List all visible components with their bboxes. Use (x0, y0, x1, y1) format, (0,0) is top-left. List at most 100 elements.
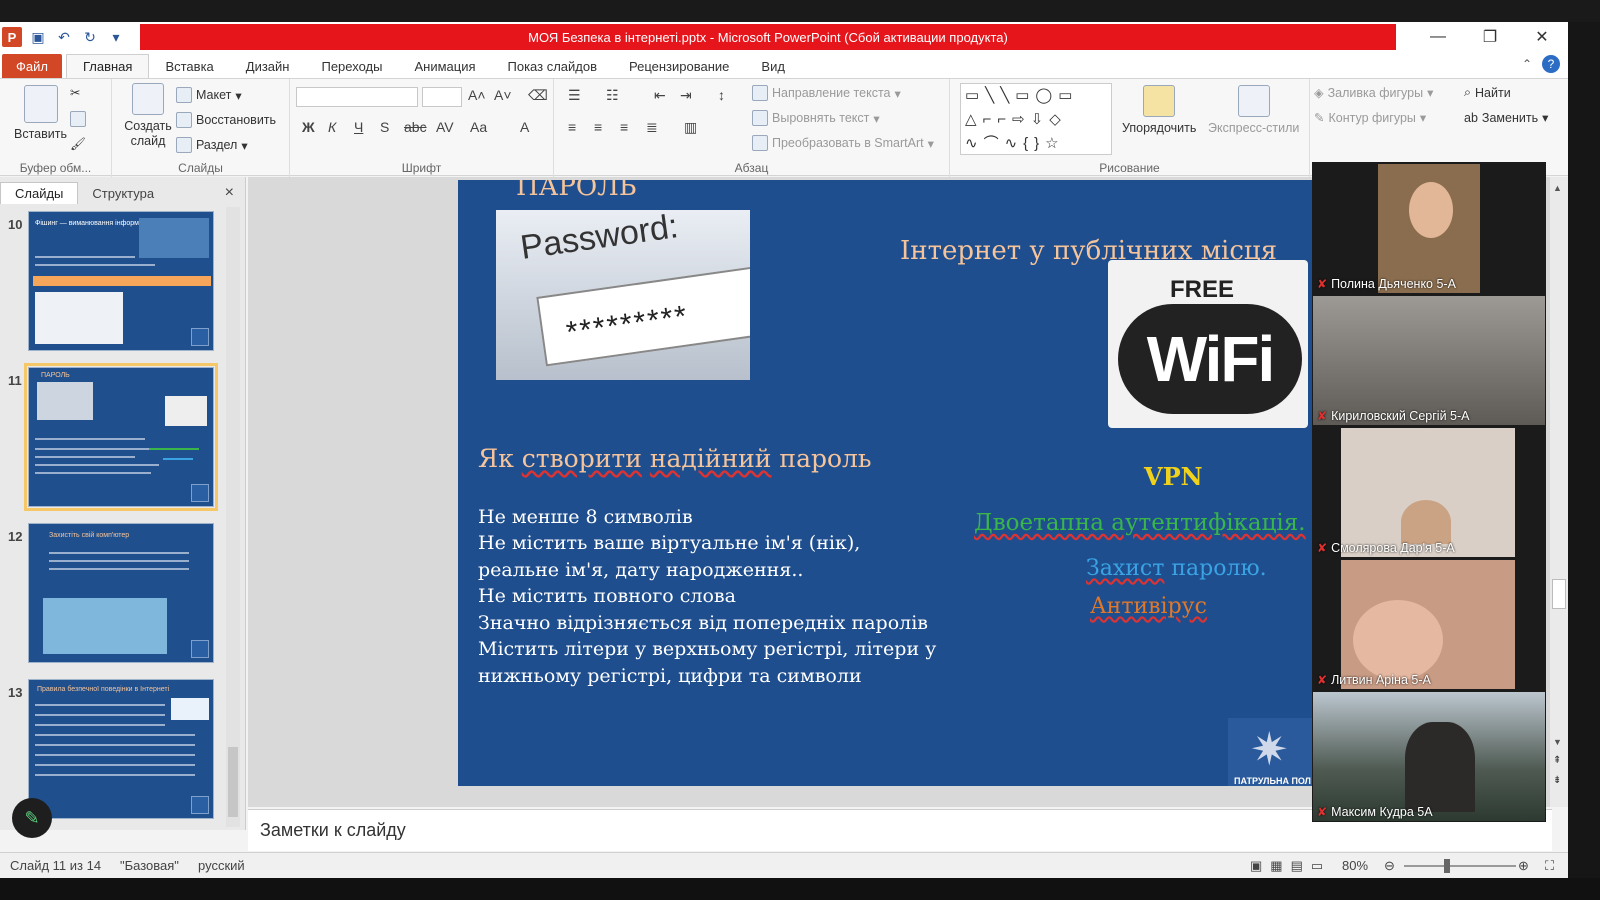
section-button[interactable]: Раздел ▾ (176, 137, 248, 153)
font-size-combo[interactable] (422, 87, 462, 107)
tab-review[interactable]: Рецензирование (613, 54, 745, 78)
slide-thumbnail-selected[interactable]: ПАРОЛЬ (24, 363, 218, 511)
align-center-icon[interactable]: ≡ (594, 119, 602, 135)
body-line: Значно відрізняється від попередніх паро… (478, 612, 928, 634)
reading-view-icon[interactable]: ▤ (1291, 858, 1303, 874)
paste-button[interactable]: Вставить (14, 85, 67, 141)
zoom-slider-thumb[interactable] (1444, 859, 1450, 873)
shape-fill-button[interactable]: ◈ Заливка фигуры ▾ (1314, 85, 1433, 101)
tab-view[interactable]: Вид (745, 54, 801, 78)
slide-thumb-row[interactable]: 12 Захистіть свій комп'ютер (0, 523, 232, 673)
tab-slideshow[interactable]: Показ слайдов (492, 54, 614, 78)
zoom-level[interactable]: 80% (1342, 858, 1368, 873)
normal-view-icon[interactable]: ▣ (1250, 858, 1262, 874)
align-left-icon[interactable]: ≡ (568, 119, 576, 135)
italic-button[interactable]: К (328, 119, 336, 135)
numbering-icon[interactable]: ☷ (606, 87, 619, 104)
language[interactable]: русский (198, 858, 245, 873)
save-icon[interactable]: ▣ (28, 27, 48, 47)
tab-outline[interactable]: Структура (78, 182, 168, 204)
undo-icon[interactable]: ↶ (54, 27, 74, 47)
tab-design[interactable]: Дизайн (230, 54, 306, 78)
collapse-ribbon-icon[interactable]: ⌃ (1522, 57, 1532, 71)
video-tile[interactable]: ✘ Максим Кудра 5А (1313, 692, 1545, 821)
smartart-button[interactable]: Преобразовать в SmartArt ▾ (752, 135, 934, 151)
scrollbar-thumb[interactable] (1552, 579, 1566, 609)
slide-scrollbar[interactable]: ▲ ▼ ⇞ ⇟ (1550, 177, 1568, 807)
video-tile[interactable]: ✘ Литвин Аріна 5-А (1313, 560, 1545, 689)
slide-thumbnail[interactable]: Правила безпечної поведінки в Інтернеті (28, 679, 214, 819)
line-spacing-icon[interactable]: ↕ (718, 87, 725, 103)
justify-icon[interactable]: ≣ (646, 119, 658, 136)
next-slide-icon[interactable]: ⇟ (1553, 775, 1561, 786)
panel-tabs: Слайды Структура × (0, 181, 246, 205)
tab-home[interactable]: Главная (65, 54, 150, 78)
slideshow-icon[interactable]: ▭ (1311, 858, 1323, 874)
wifi-free-text: FREE (1170, 276, 1235, 303)
tab-insert[interactable]: Вставка (149, 54, 229, 78)
shapes-gallery[interactable]: ▭╲╲▭◯▭ △⌐⌐⇨⇩◇ ∿⌒∿{}☆ (960, 83, 1112, 155)
close-panel-icon[interactable]: × (221, 182, 238, 204)
tab-slides[interactable]: Слайды (0, 182, 79, 204)
minimize-icon[interactable]: — (1412, 22, 1464, 52)
shrink-font-icon[interactable]: A˅ (494, 87, 512, 103)
align-text-button[interactable]: Выровнять текст ▾ (752, 110, 880, 126)
zoom-out-icon[interactable]: ⊖ (1384, 858, 1395, 874)
tab-file[interactable]: Файл (2, 54, 62, 78)
slide-thumbnail[interactable]: Фішинг — виманювання інформації. (28, 211, 214, 351)
tab-transitions[interactable]: Переходы (305, 54, 398, 78)
close-icon[interactable]: ✕ (1516, 22, 1568, 52)
current-slide[interactable]: ПАРОЛЬ Інтернет у публічних місця Passwo… (458, 180, 1318, 786)
bold-button[interactable]: Ж (302, 119, 315, 135)
change-case-button[interactable]: Aa (470, 119, 487, 135)
restore-icon[interactable]: ❐ (1464, 22, 1516, 52)
help-icon[interactable]: ? (1542, 55, 1560, 73)
video-tile[interactable]: ✘ Полина Дьяченко 5-А (1313, 164, 1545, 293)
redo-icon[interactable]: ↻ (80, 27, 100, 47)
slide-thumbnail[interactable]: Захистіть свій комп'ютер (28, 523, 214, 663)
underline-button[interactable]: Ч (354, 119, 363, 135)
slide-thumb-row[interactable]: 10 Фішинг — виманювання інформації. (0, 211, 232, 361)
video-tile[interactable]: ✘ Смолярова Дар'я 5-А (1313, 428, 1545, 557)
grow-font-icon[interactable]: A˄ (468, 87, 486, 103)
increase-indent-icon[interactable]: ⇥ (680, 87, 692, 104)
tab-animations[interactable]: Анимация (398, 54, 491, 78)
slide-sorter-icon[interactable]: ▦ (1270, 858, 1282, 874)
decrease-indent-icon[interactable]: ⇤ (654, 87, 666, 104)
scroll-up-icon[interactable]: ▲ (1553, 183, 1562, 193)
prev-slide-icon[interactable]: ⇞ (1553, 755, 1561, 766)
font-name-combo[interactable] (296, 87, 418, 107)
zoom-slider[interactable] (1404, 865, 1516, 867)
quick-styles-button[interactable]: Экспресс-стили (1208, 85, 1299, 135)
arrange-button[interactable]: Упорядочить (1122, 85, 1196, 135)
replace-button[interactable]: ab Заменить ▾ (1464, 110, 1548, 126)
video-tile[interactable]: ✘ Кириловский Сергій 5-А (1313, 296, 1545, 425)
fit-slide-icon[interactable]: ⛶ (1545, 858, 1554, 874)
shadow-button[interactable]: S (380, 119, 389, 135)
reset-button[interactable]: Восстановить (176, 112, 276, 128)
slide-thumb-row-selected[interactable]: 11 ПАРОЛЬ (0, 363, 232, 517)
scrollbar-thumb[interactable] (228, 747, 238, 817)
strikethrough-button[interactable]: abc (404, 119, 427, 135)
font-color-button[interactable]: A (520, 119, 529, 135)
copy-icon[interactable] (70, 111, 86, 127)
clear-format-icon[interactable]: ⌫ (528, 87, 548, 104)
align-right-icon[interactable]: ≡ (620, 119, 628, 135)
scroll-down-icon[interactable]: ▼ (1553, 737, 1562, 747)
shape-outline-button[interactable]: ✎ Контур фигуры ▾ (1314, 110, 1426, 126)
thumb-text-line (49, 552, 189, 554)
bullets-icon[interactable]: ☰ (568, 87, 581, 104)
customize-icon[interactable]: ▾ (106, 27, 126, 47)
find-button[interactable]: ⌕ Найти (1464, 85, 1511, 100)
text-direction-button[interactable]: Направление текста ▾ (752, 85, 901, 101)
format-painter-icon[interactable]: 🖌 (70, 137, 86, 152)
panel-scrollbar[interactable] (226, 207, 240, 827)
zoom-in-icon[interactable]: ⊕ (1518, 858, 1529, 874)
new-slide-button[interactable]: Создать слайд (120, 83, 176, 149)
char-spacing-button[interactable]: AV (436, 119, 454, 135)
columns-icon[interactable]: ▥ (684, 119, 697, 136)
app-icon[interactable]: P (2, 27, 22, 47)
annotate-pen-icon[interactable]: ✎ (12, 798, 52, 838)
cut-icon[interactable]: ✂ (70, 85, 80, 100)
layout-button[interactable]: Макет ▾ (176, 87, 242, 103)
